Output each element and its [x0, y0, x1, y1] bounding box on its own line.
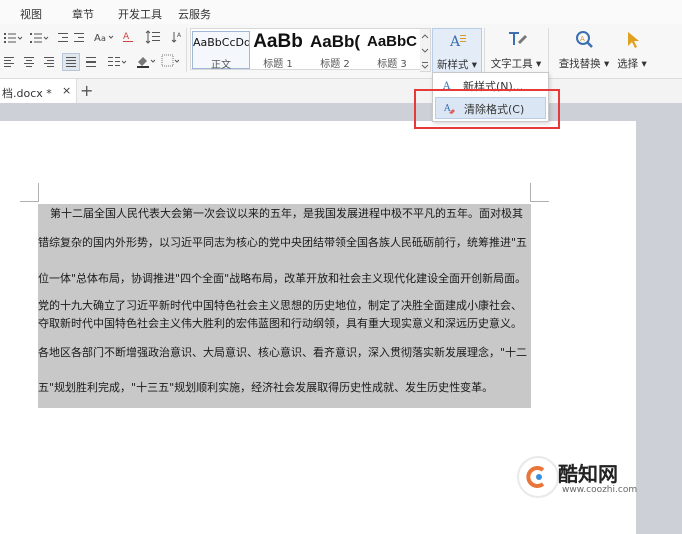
select-label: 选择 ▾ — [617, 58, 647, 70]
phonetic-icon[interactable]: A — [120, 29, 136, 45]
find-replace-button[interactable]: A 查找替换 ▾ — [554, 28, 614, 74]
style-normal-preview: AaBbCcDd — [193, 36, 249, 49]
paragraph-line: 夺取新时代中国特色社会主义伟大胜利的宏伟蓝图和行动纲领，具有重大现实意义和深远历… — [38, 317, 522, 330]
style-heading-2[interactable]: AaBb( 标题 2 — [307, 31, 363, 70]
margin-marker — [38, 183, 39, 201]
new-style-label: 新样式 ▾ — [436, 59, 478, 71]
add-tab-icon[interactable]: + — [80, 81, 93, 100]
close-tab-icon[interactable]: × — [62, 84, 71, 97]
svg-text:a: a — [101, 34, 106, 43]
style-heading-3-label: 标题 3 — [377, 59, 407, 70]
document-tab-name: 档.docx * — [2, 87, 52, 100]
style-heading-2-label: 标题 2 — [320, 59, 350, 70]
styles-gallery: AaBbCcDd 正文 AaBb 标题 1 AaBb( 标题 2 AaBbC 标… — [190, 28, 422, 71]
svg-text:A: A — [123, 32, 130, 42]
document-tabs-bar: 档.docx * × + — [0, 79, 682, 103]
style-heading-2-preview: AaBb( — [309, 32, 361, 51]
ribbon: Aa A A AaBbCcDd 正文 AaBb 标题 1 AaBb(标题 2 … — [0, 24, 682, 79]
style-heading-3[interactable]: AaBbC 标题 3 — [364, 31, 420, 70]
select-button[interactable]: 选择 ▾ — [612, 28, 652, 74]
find-replace-icon: A — [576, 31, 593, 48]
watermark: 酷知网 www.coozhi.com — [512, 452, 662, 508]
svg-text:A: A — [177, 32, 182, 39]
numbered-list-icon[interactable] — [28, 30, 50, 46]
decrease-indent-icon[interactable] — [56, 30, 70, 46]
menu-tab-section[interactable]: 章节 — [72, 6, 94, 22]
style-heading-1-label: 标题 1 — [263, 59, 293, 70]
distribute-icon[interactable] — [84, 54, 98, 70]
font-case-icon[interactable]: Aa — [92, 29, 116, 45]
bullet-list-icon[interactable] — [2, 30, 24, 46]
ribbon-separator — [484, 28, 485, 72]
paragraph-line: 各地区各部门不断增强政治意识、大局意识、核心意识、看齐意识，深入贯彻落实新发展理… — [38, 346, 528, 359]
menu-tab-developer[interactable]: 开发工具 — [118, 6, 162, 22]
paragraph-line: 第十二届全国人民代表大会第一次会议以来的五年，是我国发展进程中极不平凡的五年。面… — [50, 207, 523, 220]
style-heading-1-preview: AaBb — [253, 31, 303, 52]
text-tools-button[interactable]: 文字工具 ▾ — [490, 28, 542, 74]
align-center-icon[interactable] — [22, 54, 36, 70]
ribbon-separator — [548, 28, 549, 72]
ribbon-separator — [186, 28, 187, 72]
cursor-arrow-icon — [628, 32, 639, 48]
svg-text:A: A — [449, 34, 461, 50]
paragraph-line: 位一体"总体布局，协调推进"四个全面"战略布局，改革开放和社会主义现代化建设全面… — [38, 272, 527, 285]
shading-icon[interactable] — [134, 53, 158, 69]
paragraph-line: 错综复杂的国内外形势，以习近平同志为核心的党中央团结带领全国各族人民砥砺前行，统… — [38, 236, 528, 249]
style-normal-label: 正文 — [211, 60, 231, 71]
watermark-brand: 酷知网 — [558, 462, 618, 486]
increase-indent-icon[interactable] — [72, 30, 86, 46]
find-replace-label: 查找替换 ▾ — [558, 58, 610, 70]
borders-icon[interactable] — [160, 53, 182, 69]
paragraph-line: 五"规划胜利完成，"十三五"规划顺利实施，经济社会发展取得历史性成就、发生历史性… — [38, 381, 494, 394]
paragraph-line: 党的十九大确立了习近平新时代中国特色社会主义思想的历史地位，制定了决胜全面建成小… — [38, 299, 522, 312]
svg-text:A: A — [94, 33, 101, 44]
line-spacing-icon[interactable] — [144, 29, 168, 45]
style-heading-1[interactable]: AaBb 标题 1 — [250, 31, 306, 70]
style-heading-3-preview: AaBbC — [366, 33, 417, 50]
margin-marker — [530, 183, 531, 201]
columns-icon[interactable] — [106, 54, 128, 70]
highlight-annotation-box — [414, 89, 560, 129]
sort-icon[interactable]: A — [170, 29, 184, 45]
menu-bar: 视图 章节 开发工具 云服务 — [0, 0, 682, 24]
menu-tab-view[interactable]: 视图 — [20, 6, 42, 22]
justify-icon[interactable] — [62, 53, 80, 71]
text-tools-label: 文字工具 ▾ — [490, 58, 542, 70]
watermark-url: www.coozhi.com — [562, 485, 638, 495]
svg-text:A: A — [580, 35, 585, 43]
margin-marker — [20, 201, 39, 202]
align-right-icon[interactable] — [42, 54, 56, 70]
margin-marker — [530, 201, 549, 202]
align-left-icon[interactable] — [2, 54, 16, 70]
menu-tab-cloud[interactable]: 云服务 — [178, 6, 211, 22]
text-tools-icon — [509, 32, 527, 45]
document-tab[interactable]: 档.docx * × — [0, 79, 77, 103]
new-style-button[interactable]: A 新样式 ▾ — [432, 28, 482, 76]
watermark-logo-icon — [517, 456, 559, 498]
styles-gallery-scroll[interactable] — [420, 28, 431, 72]
new-style-icon: A — [449, 34, 466, 50]
style-normal[interactable]: AaBbCcDd 正文 — [192, 31, 250, 71]
